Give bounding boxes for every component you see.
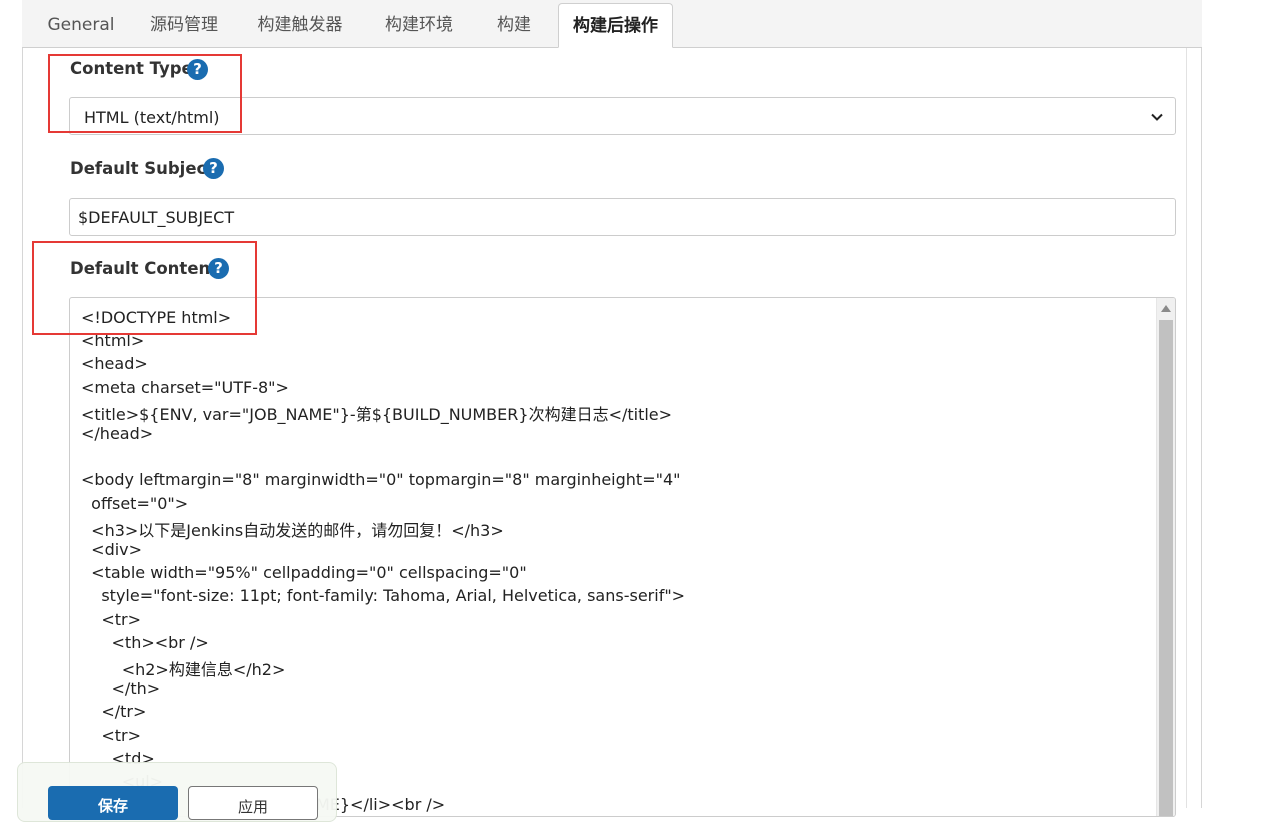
default-content-label: Default Content bbox=[70, 259, 219, 278]
tab-build[interactable]: 构建 bbox=[484, 0, 544, 48]
content-type-label: Content Type bbox=[70, 59, 193, 78]
code-line: <body leftmargin="8" marginwidth="0" top… bbox=[81, 470, 681, 490]
default-content-textarea[interactable]: <!DOCTYPE html> <html> <head> <meta charset… bbox=[69, 297, 1176, 817]
tab-build-environment[interactable]: 构建环境 bbox=[374, 0, 464, 48]
tab-source-control[interactable]: 源码管理 bbox=[136, 0, 232, 48]
scroll-up-icon[interactable] bbox=[1161, 305, 1171, 312]
tab-general[interactable]: General bbox=[38, 0, 124, 48]
tab-build-triggers[interactable]: 构建触发器 bbox=[246, 0, 354, 48]
code-line: style="font-size: 11pt; font-family: Tah… bbox=[81, 586, 686, 606]
scrollbar-thumb[interactable] bbox=[1159, 320, 1173, 816]
textarea-scrollbar[interactable] bbox=[1156, 298, 1175, 816]
code-line: <!DOCTYPE html> bbox=[81, 308, 232, 327]
tab-bar: General 源码管理 构建触发器 构建环境 构建 构建后操作 bbox=[22, 0, 1202, 48]
code-line: <tr> bbox=[81, 725, 142, 745]
panel-divider bbox=[1186, 48, 1187, 808]
content-type-select[interactable]: HTML (text/html) bbox=[69, 97, 1176, 135]
code-line: <html> bbox=[81, 331, 145, 351]
chevron-down-icon bbox=[1151, 113, 1163, 121]
default-subject-label: Default Subject bbox=[70, 159, 215, 178]
code-line: <head> bbox=[81, 354, 148, 374]
default-content-help-icon[interactable]: ? bbox=[208, 258, 229, 279]
code-line: <h2>构建信息</h2> bbox=[81, 660, 286, 679]
code-line: <div> bbox=[81, 540, 143, 559]
code-line: <th><br /> bbox=[81, 632, 209, 652]
code-line: <tr> bbox=[81, 609, 142, 629]
code-line: </head> bbox=[81, 424, 154, 443]
default-subject-input[interactable]: $DEFAULT_SUBJECT bbox=[69, 198, 1176, 236]
content-type-help-icon[interactable]: ? bbox=[187, 59, 208, 80]
code-line: </tr> bbox=[81, 702, 147, 722]
code-line: <meta charset="UTF-8"> bbox=[81, 377, 289, 397]
code-line: <h3>以下是Jenkins自动发送的邮件，请勿回复！</h3> bbox=[81, 520, 504, 540]
apply-button[interactable]: 应用 bbox=[188, 786, 318, 820]
save-button[interactable]: 保存 bbox=[48, 786, 178, 820]
code-line: offset="0"> bbox=[81, 493, 189, 513]
content-type-selected-value: HTML (text/html) bbox=[84, 108, 220, 127]
code-line: <table width="95%" cellpadding="0" cells… bbox=[81, 563, 527, 583]
code-line: <title>${ENV, var="JOB_NAME"}-第${BUILD_N… bbox=[81, 404, 673, 424]
code-line: </th> bbox=[81, 679, 161, 699]
default-subject-help-icon[interactable]: ? bbox=[203, 158, 224, 179]
tab-post-build-actions[interactable]: 构建后操作 bbox=[558, 3, 673, 48]
